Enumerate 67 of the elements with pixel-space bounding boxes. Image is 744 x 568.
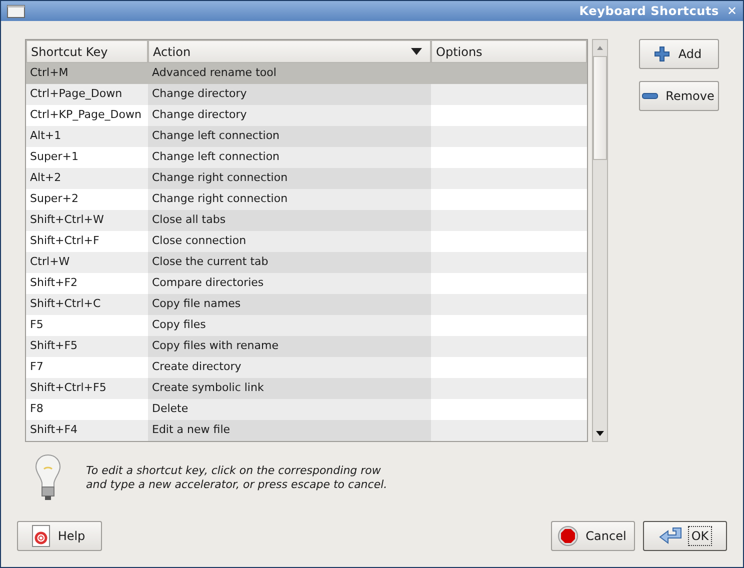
stop-icon xyxy=(558,526,578,546)
light-bulb-icon xyxy=(34,454,62,502)
table-cell: Close connection xyxy=(148,231,431,252)
table-cell: Ctrl+W xyxy=(26,252,148,273)
table-cell: Change directory xyxy=(148,84,431,105)
table-cell: Delete xyxy=(148,399,431,420)
remove-button[interactable]: Remove xyxy=(639,81,719,111)
table-cell: Change right connection xyxy=(148,189,431,210)
table-cell: Close the current tab xyxy=(148,252,431,273)
table-cell: Shift+Ctrl+C xyxy=(26,294,148,315)
table-cell: Copy file names xyxy=(148,294,431,315)
table-row[interactable]: Shift+F4 Edit a new file xyxy=(26,420,587,441)
table-row[interactable]: F8 Delete xyxy=(26,399,587,420)
table-row[interactable]: Shift+Ctrl+C Copy file names xyxy=(26,294,587,315)
plus-icon xyxy=(654,46,670,62)
ok-button[interactable]: OK xyxy=(643,521,727,551)
sort-down-icon xyxy=(411,48,422,55)
table-row[interactable]: Shift+Ctrl+F Close connection xyxy=(26,231,587,252)
table-cell: Shift+F4 xyxy=(26,420,148,441)
table-cell: Ctrl+Page_Down xyxy=(26,84,148,105)
help-button[interactable]: Help xyxy=(17,521,102,551)
table-cell: Create symbolic link xyxy=(148,378,431,399)
column-header[interactable]: Shortcut Key xyxy=(26,40,148,63)
hint-text: and type a new accelerator, or press escape to cancel. xyxy=(86,478,388,492)
table-cell: Shift+F5 xyxy=(26,336,148,357)
table-cell: Shift+Ctrl+F5 xyxy=(26,378,148,399)
column-header[interactable]: Options xyxy=(431,40,587,63)
table-cell: Change left connection xyxy=(148,126,431,147)
window-menu-icon[interactable] xyxy=(7,4,25,18)
table-cell: Edit a new file xyxy=(148,420,431,441)
minus-icon xyxy=(642,92,658,100)
table-row[interactable]: F7 Create directory xyxy=(26,357,587,378)
table-row[interactable]: Shift+Ctrl+F5 Create symbolic link xyxy=(26,378,587,399)
table-row[interactable]: Shift+Ctrl+W Close all tabs xyxy=(26,210,587,231)
table-cell: Advanced rename tool xyxy=(148,63,431,84)
scrollbar[interactable] xyxy=(592,39,608,442)
table-row[interactable]: Shift+F5 Copy files with rename xyxy=(26,336,587,357)
table-cell: Copy files xyxy=(148,315,431,336)
table-row[interactable]: Ctrl+KP_Page_Down Change directory xyxy=(26,105,587,126)
table-row[interactable]: F5 Copy files xyxy=(26,315,587,336)
table-cell: Copy files with rename xyxy=(148,336,431,357)
table-row[interactable]: Ctrl+Page_Down Change directory xyxy=(26,84,587,105)
column-header[interactable]: Action xyxy=(148,40,431,63)
window-title: Keyboard Shortcuts xyxy=(579,3,719,20)
cancel-button[interactable]: Cancel xyxy=(551,521,635,551)
table-cell: Ctrl+M xyxy=(26,63,148,84)
table-cell: Alt+1 xyxy=(26,126,148,147)
help-icon xyxy=(32,525,50,547)
table-row[interactable]: Super+1 Change left connection xyxy=(26,147,587,168)
table-cell: Change left connection xyxy=(148,147,431,168)
table-cell: Change directory xyxy=(148,105,431,126)
scroll-thumb[interactable] xyxy=(593,56,607,160)
table-row[interactable]: Alt+2 Change right connection xyxy=(26,168,587,189)
table-cell: Compare directories xyxy=(148,273,431,294)
table-row[interactable]: Ctrl+W Close the current tab xyxy=(26,252,587,273)
table-cell: Alt+2 xyxy=(26,168,148,189)
table-cell: Shift+Ctrl+W xyxy=(26,210,148,231)
table-row[interactable]: Ctrl+M Advanced rename tool xyxy=(26,63,587,84)
table-cell: Change right connection xyxy=(148,168,431,189)
table-row[interactable]: Super+2 Change right connection xyxy=(26,189,587,210)
table-row[interactable]: Shift+F2 Compare directories xyxy=(26,273,587,294)
add-button[interactable]: Add xyxy=(639,39,719,69)
hint-text: To edit a shortcut key, click on the corresponding row xyxy=(86,464,382,478)
table-row[interactable]: Alt+1 Change left connection xyxy=(26,126,587,147)
return-arrow-icon xyxy=(659,526,684,546)
table-cell: Close all tabs xyxy=(148,210,431,231)
table-cell: Create directory xyxy=(148,357,431,378)
